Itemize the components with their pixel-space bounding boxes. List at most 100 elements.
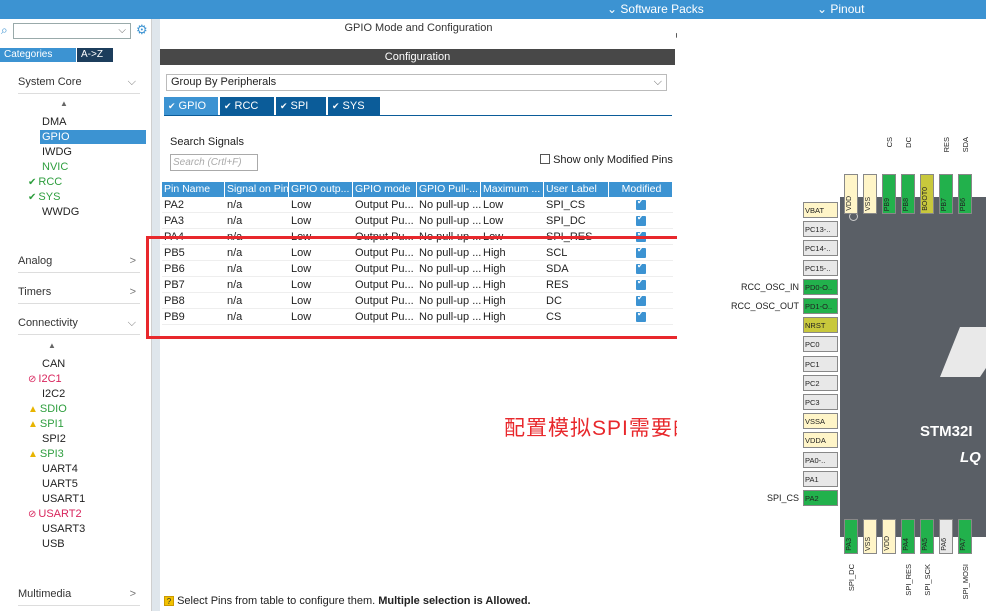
list-item[interactable]: GPIO	[40, 130, 146, 144]
list-item[interactable]: UART4	[42, 462, 78, 476]
column-header[interactable]: GPIO mode	[353, 182, 417, 197]
list-item[interactable]: NVIC	[42, 160, 68, 174]
list-item[interactable]: DMA	[42, 115, 66, 129]
list-item[interactable]: ▲ SDIO	[28, 402, 67, 416]
modified-checkbox[interactable]: ✔	[636, 197, 646, 210]
pin-pc15[interactable]: PC15-..	[803, 259, 838, 276]
table-cell[interactable]: Low	[289, 197, 353, 213]
tab-sys[interactable]: ✔ SYS	[328, 97, 380, 116]
pin-vss[interactable]: VSS	[863, 174, 877, 214]
list-item[interactable]: I2C2	[42, 387, 65, 401]
list-item[interactable]: CAN	[42, 357, 65, 371]
pin-pd1o[interactable]: PD1-O..	[803, 298, 838, 314]
column-header[interactable]: GPIO Pull-...	[417, 182, 481, 197]
list-item[interactable]: IWDG	[42, 145, 72, 159]
pinout-menu[interactable]: ⌄ Pinout	[817, 2, 864, 16]
pinout-view[interactable]: STM32I LQ VBAT PC13-.. PC14-.. PC15-.. PD0-O…	[677, 19, 986, 611]
table-cell[interactable]: Output Pu...	[353, 213, 417, 229]
list-item[interactable]: UART5	[42, 477, 78, 491]
group-by-select[interactable]: Group By Peripherals ⌵	[166, 74, 667, 91]
modified-checkbox[interactable]: ✔	[636, 213, 646, 226]
pin-boot0[interactable]: BOOT0	[920, 174, 934, 214]
table-cell[interactable]: Low	[289, 213, 353, 229]
table-cell[interactable]: Low	[481, 213, 544, 229]
pin-pa7[interactable]: PA7	[958, 519, 972, 554]
table-row[interactable]: PA3 n/a Low Output Pu... No pull-up ... Low SP…	[162, 213, 673, 229]
table-cell[interactable]: SPI_CS	[544, 197, 609, 213]
list-item[interactable]: USART1	[42, 492, 85, 506]
pin-pd0o[interactable]: PD0-O..	[803, 278, 838, 295]
pin-vssa[interactable]: VSSA	[803, 413, 838, 430]
list-item[interactable]: ⊘ USART2	[28, 507, 82, 521]
table-cell[interactable]: Low	[481, 197, 544, 213]
tab-gpio[interactable]: ✔ GPIO	[164, 97, 218, 116]
pin-vdd[interactable]: VDD	[844, 174, 858, 214]
pin-vdda[interactable]: VDDA	[803, 432, 838, 449]
pin-pc1[interactable]: PC1	[803, 355, 838, 372]
pin-vdd[interactable]: VDD	[882, 519, 896, 554]
table-cell[interactable]: n/a	[225, 213, 289, 229]
table-cell[interactable]: SPI_DC	[544, 213, 609, 229]
pin-pb9[interactable]: PB9	[882, 174, 896, 214]
list-item[interactable]: USB	[42, 537, 65, 551]
pin-pc0[interactable]: PC0	[803, 336, 838, 353]
search-input[interactable]: ⌵	[13, 23, 131, 39]
tab-az[interactable]: A->Z	[77, 48, 113, 62]
tab-rcc[interactable]: ✔ RCC	[220, 97, 274, 116]
column-header[interactable]: Maximum ...	[481, 182, 544, 197]
pin-pa3[interactable]: PA3	[844, 519, 858, 554]
pin-pc14[interactable]: PC14-..	[803, 240, 838, 257]
pin-vbat[interactable]: VBAT	[803, 202, 838, 218]
list-item[interactable]: ✔ RCC	[28, 175, 62, 189]
pin-pc13[interactable]: PC13-..	[803, 221, 838, 238]
search-signals-input[interactable]: Search (Crtl+F)	[170, 154, 258, 171]
gear-icon[interactable]: ⚙	[136, 22, 148, 38]
sort-icon[interactable]: ▲	[48, 341, 56, 350]
pin-pa2[interactable]: PA2	[803, 490, 838, 506]
column-header[interactable]: Signal on Pin	[225, 182, 289, 197]
column-header[interactable]: Modified	[609, 182, 673, 197]
column-header[interactable]: User Label	[544, 182, 609, 197]
pin-pa0[interactable]: PA0-..	[803, 451, 838, 468]
tab-spi[interactable]: ✔ SPI	[276, 97, 326, 116]
pin-pb7[interactable]: PB7	[939, 174, 953, 214]
table-cell[interactable]: PA2	[162, 197, 225, 213]
group-system-core[interactable]: System Core ⌵	[18, 76, 140, 94]
table-cell[interactable]: Output Pu...	[353, 197, 417, 213]
list-item[interactable]: ✔ SYS	[28, 190, 60, 204]
table-cell[interactable]: No pull-up ...	[417, 197, 481, 213]
table-cell[interactable]: No pull-up ...	[417, 213, 481, 229]
checkbox-icon[interactable]	[540, 154, 550, 164]
group-timers[interactable]: Timers >	[18, 286, 140, 304]
column-header[interactable]: Pin Name	[162, 182, 225, 197]
show-modified-checkbox[interactable]: Show only Modified Pins	[540, 154, 673, 166]
group-analog[interactable]: Analog >	[18, 255, 140, 273]
pin-pa4[interactable]: PA4	[901, 519, 915, 554]
tab-categories[interactable]: Categories	[0, 48, 76, 62]
software-packs-menu[interactable]: ⌄ Software Packs	[607, 2, 704, 16]
pin-pa1[interactable]: PA1	[803, 470, 838, 487]
pin-nrst[interactable]: NRST	[803, 317, 838, 334]
list-item[interactable]: WWDG	[42, 205, 79, 219]
mcu-chip[interactable]: STM32I LQ	[840, 197, 986, 537]
table-row[interactable]: PA2 n/a Low Output Pu... No pull-up ... Low SP…	[162, 197, 673, 213]
pin-pc3[interactable]: PC3	[803, 394, 838, 410]
pin-pa6[interactable]: PA6	[939, 519, 953, 554]
group-connectivity[interactable]: Connectivity ⌵	[18, 317, 140, 335]
pin-pa5[interactable]: PA5	[920, 519, 934, 554]
list-item[interactable]: USART3	[42, 522, 85, 536]
sort-icon[interactable]: ▲	[60, 99, 68, 108]
pin-pb8[interactable]: PB8	[901, 174, 915, 214]
list-item[interactable]: ▲ SPI3	[28, 447, 64, 461]
group-multimedia[interactable]: Multimedia >	[18, 588, 140, 606]
table-cell[interactable]: PA3	[162, 213, 225, 229]
pin-pb6[interactable]: PB6	[958, 174, 972, 214]
column-header[interactable]: GPIO outp...	[289, 182, 353, 197]
table-cell[interactable]: n/a	[225, 197, 289, 213]
list-item[interactable]: ⊘ I2C1	[28, 372, 62, 386]
pin-vss[interactable]: VSS	[863, 519, 877, 554]
list-item[interactable]: ▲ SPI1	[28, 417, 64, 431]
chevron-down-icon[interactable]: ⌵	[118, 25, 126, 36]
list-item[interactable]: SPI2	[42, 432, 66, 446]
pin-pc2[interactable]: PC2	[803, 374, 838, 391]
